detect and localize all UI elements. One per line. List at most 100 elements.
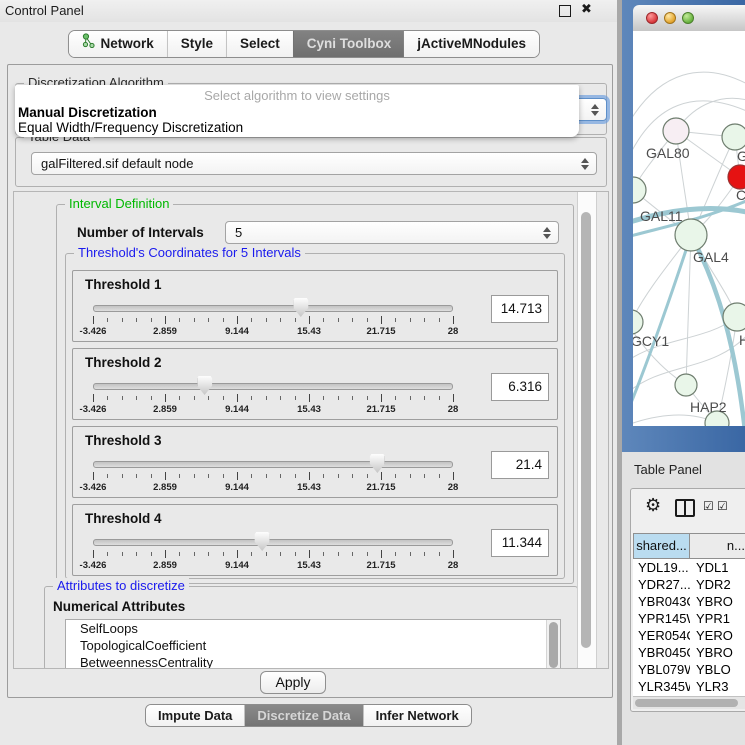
network-canvas[interactable]: GAL80 GA C GAL11 GAL4 GCY1 H HAP2 <box>633 31 745 426</box>
group-label: Interval Definition <box>65 196 173 211</box>
slider-track[interactable] <box>93 383 453 390</box>
table-cell[interactable]: YDR27... <box>633 576 690 593</box>
dropdown-option-equal-width[interactable]: Equal Width/Frequency Discretization <box>15 120 579 135</box>
gear-icon[interactable]: ⚙ <box>645 495 661 516</box>
slider-track[interactable] <box>93 461 453 468</box>
threshold-2-panel: Threshold 2 -3.4262.8599.14415.4321.7152… <box>72 348 558 420</box>
table-cell[interactable]: YBRO <box>690 644 745 661</box>
table-cell[interactable]: YDL19... <box>633 559 690 576</box>
minimize-traffic-light-icon[interactable] <box>664 12 676 24</box>
checkbox-icon[interactable]: ☑ <box>703 499 714 513</box>
tab-discretize-data[interactable]: Discretize Data <box>244 705 362 726</box>
stepper-arrows-icon <box>591 104 599 116</box>
zoom-traffic-light-icon[interactable] <box>682 12 694 24</box>
threshold-slider[interactable]: -3.4262.8599.14415.4321.71528 <box>93 533 453 573</box>
tab-select[interactable]: Select <box>226 31 293 57</box>
threshold-slider[interactable]: -3.4262.8599.14415.4321.71528 <box>93 377 453 417</box>
num-intervals-label: Number of Intervals <box>77 225 204 240</box>
threshold-value-field[interactable]: 14.713 <box>491 295 549 323</box>
tab-network[interactable]: Network <box>68 31 166 57</box>
tab-label: Network <box>100 31 153 57</box>
slider-thumb[interactable] <box>197 376 212 395</box>
column-layout-icon[interactable] <box>675 499 695 517</box>
table-row[interactable]: YBR045CYBRO <box>633 644 745 661</box>
attribute-list-item[interactable]: SelfLoops <box>66 620 560 637</box>
float-window-icon[interactable] <box>559 5 571 17</box>
close-traffic-light-icon[interactable] <box>646 12 658 24</box>
table-panel-title: Table Panel <box>634 462 702 477</box>
slider-track[interactable] <box>93 305 453 312</box>
table-cell[interactable]: YBRO <box>690 593 745 610</box>
screen: Control Panel ✖ Network Style Select <box>0 0 745 745</box>
threshold-slider[interactable]: -3.4262.8599.14415.4321.71528 <box>93 299 453 339</box>
attribute-list-item[interactable]: TopologicalCoefficient <box>66 637 560 654</box>
table-cell[interactable]: YBL079W <box>633 661 690 678</box>
node-gcy1 <box>633 310 643 334</box>
tab-impute-data[interactable]: Impute Data <box>146 705 244 726</box>
table-data-combobox[interactable]: galFiltered.sif default node <box>31 152 597 175</box>
node-label: GAL80 <box>646 145 690 161</box>
list-scrollbar[interactable] <box>546 620 560 669</box>
apply-button[interactable]: Apply <box>260 671 326 694</box>
threshold-value-field[interactable]: 11.344 <box>491 529 549 557</box>
tab-infer-network[interactable]: Infer Network <box>363 705 471 726</box>
interval-definition-group: Interval Definition Number of Intervals … <box>56 204 574 584</box>
slider-thumb[interactable] <box>255 532 270 551</box>
slider-track[interactable] <box>93 539 453 546</box>
table-cell[interactable]: YDR2 <box>690 576 745 593</box>
table-panel: Table Panel ⚙ ☑ ☑ shared... n... YDL19..… <box>622 452 745 745</box>
table-cell[interactable]: YLR345W <box>633 678 690 695</box>
cyni-settings-panel: Discretization Algorithm Select algorith… <box>7 64 613 698</box>
table-row[interactable]: YDL19...YDL1 <box>633 559 745 576</box>
slider-tick-labels: -3.4262.8599.14415.4321.71528 <box>93 482 453 494</box>
table-header: shared... n... <box>633 533 745 559</box>
slider-thumb[interactable] <box>293 298 308 317</box>
table-cell[interactable]: YLR3 <box>690 678 745 695</box>
dropdown-option-manual[interactable]: Manual Discretization <box>15 105 579 120</box>
table-horizontal-scrollbar[interactable] <box>633 696 745 709</box>
table-cell[interactable]: YDL1 <box>690 559 745 576</box>
table-row[interactable]: YLR345WYLR3 <box>633 678 745 695</box>
table-row[interactable]: YDR27...YDR2 <box>633 576 745 593</box>
threshold-value-field[interactable]: 6.316 <box>491 373 549 401</box>
table-cell[interactable]: YBR045C <box>633 644 690 661</box>
threshold-3-panel: Threshold 3 -3.4262.8599.14415.4321.7152… <box>72 426 558 498</box>
numerical-attributes-list[interactable]: SelfLoopsTopologicalCoefficientBetweenne… <box>65 619 561 669</box>
threshold-label: Threshold 2 <box>85 355 162 370</box>
table-row[interactable]: YBL079WYBLO <box>633 661 745 678</box>
column-header-shared-name[interactable]: shared... <box>633 533 690 559</box>
table-row[interactable]: YER054CYERO <box>633 627 745 644</box>
control-panel-titlebar: Control Panel ✖ <box>0 0 617 22</box>
group-label: Threshold's Coordinates for 5 Intervals <box>74 245 305 260</box>
network-window-titlebar[interactable] <box>633 5 745 32</box>
slider-ticks <box>93 550 453 559</box>
attribute-list-item[interactable]: BetweennessCentrality <box>66 654 560 669</box>
tab-cyni-toolbox[interactable]: Cyni Toolbox <box>293 31 405 57</box>
network-view-window[interactable]: GAL80 GA C GAL11 GAL4 GCY1 H HAP2 <box>622 0 745 452</box>
slider-thumb[interactable] <box>370 454 385 473</box>
num-intervals-combobox[interactable]: 5 <box>225 221 559 244</box>
node-label: GCY1 <box>633 333 669 349</box>
tab-style[interactable]: Style <box>167 31 226 57</box>
table-cell[interactable]: YBLO <box>690 661 745 678</box>
tab-jactivemnodules[interactable]: jActiveMNodules <box>404 31 539 57</box>
table-cell[interactable]: YPR145W <box>633 610 690 627</box>
table-cell[interactable]: YPR1 <box>690 610 745 627</box>
close-icon[interactable]: ✖ <box>581 2 592 17</box>
node-gal80 <box>663 118 689 144</box>
settings-vertical-scrollbar[interactable] <box>577 192 597 668</box>
table-cell[interactable]: YBR043C <box>633 593 690 610</box>
node-label: H <box>739 332 745 348</box>
checkbox-icon[interactable]: ☑ <box>717 499 728 513</box>
group-label: Attributes to discretize <box>53 578 189 593</box>
threshold-value-field[interactable]: 21.4 <box>491 451 549 479</box>
table-cell[interactable]: YER054C <box>633 627 690 644</box>
threshold-label: Threshold 3 <box>85 433 162 448</box>
slider-ticks <box>93 472 453 481</box>
table-cell[interactable]: YERO <box>690 627 745 644</box>
table-row[interactable]: YBR043CYBRO <box>633 593 745 610</box>
table-row[interactable]: YPR145WYPR1 <box>633 610 745 627</box>
slider-tick-labels: -3.4262.8599.14415.4321.71528 <box>93 326 453 338</box>
column-header-name[interactable]: n... <box>690 533 745 559</box>
threshold-slider[interactable]: -3.4262.8599.14415.4321.71528 <box>93 455 453 495</box>
